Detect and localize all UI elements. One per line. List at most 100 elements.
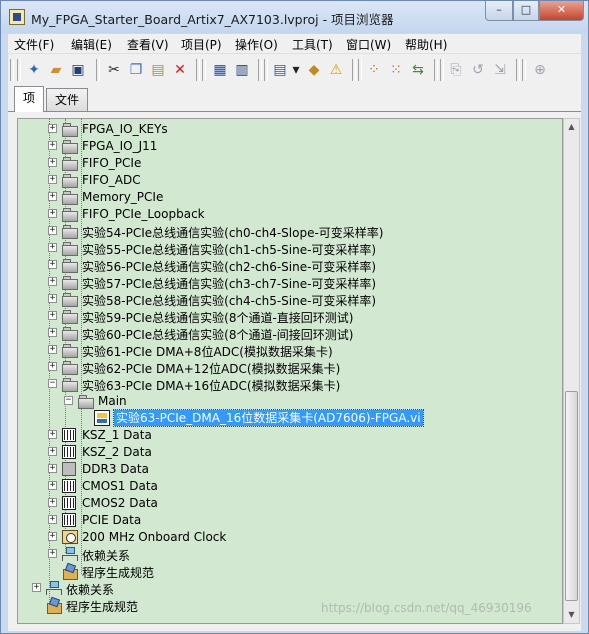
tree-item-label[interactable]: 实验59-PCIe总线通信实验(8个通道-直接回环测试) <box>82 309 353 326</box>
tree-item-label[interactable]: KSZ_2 Data <box>82 445 152 459</box>
tree-row[interactable]: + 实验56-PCIe总线通信实验(ch2-ch6-Sine-可变采样率) <box>18 257 558 274</box>
check-in-icon[interactable]: ⇲ <box>492 62 508 78</box>
deploy-icon[interactable]: ▦ <box>212 62 228 78</box>
expand-icon[interactable]: + <box>48 549 57 558</box>
expand-icon[interactable]: + <box>32 583 41 592</box>
tree-item-label[interactable]: 程序生成规范 <box>82 564 154 581</box>
tree-item-label[interactable]: FIFO_PCIe_Loopback <box>82 207 205 221</box>
expand-icon[interactable]: + <box>48 209 57 218</box>
tree-item-label[interactable]: 实验54-PCIe总线通信实验(ch0-ch4-Slope-可变采样率) <box>82 224 383 241</box>
build-icon[interactable]: ▥ <box>234 62 250 78</box>
new-icon[interactable]: ✦ <box>26 62 42 78</box>
title-bar[interactable]: My_FPGA_Starter_Board_Artix7_AX7103.lvpr… <box>1 1 588 33</box>
tree-item-label[interactable]: 实验63-PCIe DMA+16位ADC(模拟数据采集卡) <box>82 377 340 394</box>
vertical-scrollbar[interactable]: ▲ ▼ <box>563 118 580 624</box>
tree-row[interactable]: 程序生成规范 <box>18 563 558 580</box>
menu-view[interactable]: 查看(V) <box>127 36 169 53</box>
tree-row[interactable]: + Memory_PCIe <box>18 189 558 206</box>
tree-row[interactable]: 实验63-PCIe_DMA_16位数据采集卡(AD7606)-FPGA.vi <box>18 409 558 427</box>
tree-item-label[interactable]: CMOS2 Data <box>82 496 158 510</box>
delete-icon[interactable]: ✕ <box>172 62 188 78</box>
undo-icon[interactable]: ↺ <box>470 62 486 78</box>
tree-item-label[interactable]: 实验62-PCIe DMA+12位ADC(模拟数据采集卡) <box>82 360 340 377</box>
tree-item-label[interactable]: 实验58-PCIe总线通信实验(ch4-ch5-Sine-可变采样率) <box>82 292 376 309</box>
menu-edit[interactable]: 编辑(E) <box>71 36 112 53</box>
tree-item-label[interactable]: 实验63-PCIe_DMA_16位数据采集卡(AD7606)-FPGA.vi <box>113 409 424 427</box>
tree-item-label[interactable]: 实验60-PCIe总线通信实验(8个通道-间接回环测试) <box>82 326 353 343</box>
expand-icon[interactable]: + <box>48 260 57 269</box>
tree-row[interactable]: + DDR3 Data <box>18 461 558 478</box>
tree-row[interactable]: + KSZ_1 Data <box>18 427 558 444</box>
menu-tools[interactable]: 工具(T) <box>292 36 333 53</box>
tree-row[interactable]: + FIFO_PCIe_Loopback <box>18 206 558 223</box>
tree-item-label[interactable]: FPGA_IO_J11 <box>82 139 157 153</box>
cut-icon[interactable]: ✂ <box>106 62 122 78</box>
tree-item-label[interactable]: 实验56-PCIe总线通信实验(ch2-ch6-Sine-可变采样率) <box>82 258 376 275</box>
save-all-icon[interactable]: ▣ <box>70 62 86 78</box>
check-out-icon[interactable]: ⎘ <box>448 62 464 78</box>
menu-window[interactable]: 窗口(W) <box>346 36 391 53</box>
tree-row[interactable]: + FPGA_IO_KEYs <box>18 121 558 138</box>
tree-row[interactable]: + 实验57-PCIe总线通信实验(ch3-ch7-Sine-可变采样率) <box>18 274 558 291</box>
expand-icon[interactable]: + <box>48 226 57 235</box>
tree-row[interactable]: + 实验62-PCIe DMA+12位ADC(模拟数据采集卡) <box>18 359 558 376</box>
collapse-icon[interactable]: − <box>64 396 73 405</box>
tree-item-label[interactable]: Memory_PCIe <box>82 190 163 204</box>
expand-icon[interactable]: + <box>48 328 57 337</box>
expand-icon[interactable]: + <box>48 498 57 507</box>
expand-icon[interactable]: + <box>48 294 57 303</box>
expand-icon[interactable]: + <box>48 243 57 252</box>
tree-row[interactable]: + 实验60-PCIe总线通信实验(8个通道-间接回环测试) <box>18 325 558 342</box>
tab-items[interactable]: 项 <box>14 86 45 112</box>
expand-icon[interactable]: + <box>48 124 57 133</box>
expand-icon[interactable]: + <box>48 277 57 286</box>
tree-row[interactable]: + 实验58-PCIe总线通信实验(ch4-ch5-Sine-可变采样率) <box>18 291 558 308</box>
expand-icon[interactable]: + <box>48 175 57 184</box>
scroll-down-arrow-icon[interactable]: ▼ <box>564 607 579 623</box>
tree-row[interactable]: + FIFO_PCIe <box>18 155 558 172</box>
expand-icon[interactable]: + <box>48 447 57 456</box>
tree-row[interactable]: + CMOS1 Data <box>18 478 558 495</box>
tree-item-label[interactable]: 依赖关系 <box>66 581 114 598</box>
tree-item-label[interactable]: 实验55-PCIe总线通信实验(ch1-ch5-Sine-可变采样率) <box>82 241 376 258</box>
tree-row[interactable]: + 实验61-PCIe DMA+8位ADC(模拟数据采集卡) <box>18 342 558 359</box>
view-icon[interactable]: ▤ <box>272 62 288 78</box>
tab-files[interactable]: 文件 <box>46 88 89 112</box>
close-button[interactable]: ✕ <box>539 1 584 21</box>
expand-icon[interactable]: + <box>48 192 57 201</box>
tree-row[interactable]: + FPGA_IO_J11 <box>18 138 558 155</box>
tree-row[interactable]: + FIFO_ADC <box>18 172 558 189</box>
tree-row[interactable]: + 实验55-PCIe总线通信实验(ch1-ch5-Sine-可变采样率) <box>18 240 558 257</box>
menu-project[interactable]: 项目(P) <box>181 36 222 53</box>
project-tree[interactable]: + FPGA_IO_KEYs + FPGA_IO_J11 + FIFO_PCIe + FIFO… <box>17 118 563 624</box>
expand-icon[interactable]: + <box>48 311 57 320</box>
paste-icon[interactable]: ▤ <box>150 62 166 78</box>
tree-row[interactable]: − 实验63-PCIe DMA+16位ADC(模拟数据采集卡) <box>18 376 558 393</box>
tree-item-label[interactable]: Main <box>98 394 127 408</box>
tree-item-label[interactable]: DDR3 Data <box>82 462 149 476</box>
tree-item-label[interactable]: 实验57-PCIe总线通信实验(ch3-ch7-Sine-可变采样率) <box>82 275 376 292</box>
expand-icon[interactable]: + <box>48 345 57 354</box>
expand-icon[interactable]: + <box>48 430 57 439</box>
tree-item-label[interactable]: KSZ_1 Data <box>82 428 152 442</box>
tree-row[interactable]: + KSZ_2 Data <box>18 444 558 461</box>
tree-item-label[interactable]: FIFO_ADC <box>82 173 141 187</box>
menu-help[interactable]: 帮助(H) <box>405 36 447 53</box>
tree-item-label[interactable]: FIFO_PCIe <box>82 156 141 170</box>
menu-file[interactable]: 文件(F) <box>14 36 54 53</box>
tree-row[interactable]: + 依赖关系 <box>18 546 558 563</box>
collapse-icon[interactable]: ⁘ <box>366 62 382 78</box>
tree-row[interactable]: + PCIE Data <box>18 512 558 529</box>
collapse-icon[interactable]: − <box>48 379 57 388</box>
expand-icon[interactable]: + <box>48 141 57 150</box>
copy-icon[interactable]: ❐ <box>128 62 144 78</box>
scroll-thumb[interactable] <box>565 391 578 601</box>
expand-icon[interactable]: + <box>48 464 57 473</box>
expand-icon[interactable]: + <box>48 515 57 524</box>
tree-row[interactable]: + 依赖关系 <box>18 580 558 597</box>
tree-item-label[interactable]: 实验61-PCIe DMA+8位ADC(模拟数据采集卡) <box>82 343 333 360</box>
maximize-button[interactable]: □ <box>513 1 539 21</box>
add-icon[interactable]: ⊕ <box>532 62 548 78</box>
tree-item-label[interactable]: 依赖关系 <box>82 547 130 564</box>
tree-item-label[interactable]: CMOS1 Data <box>82 479 158 493</box>
